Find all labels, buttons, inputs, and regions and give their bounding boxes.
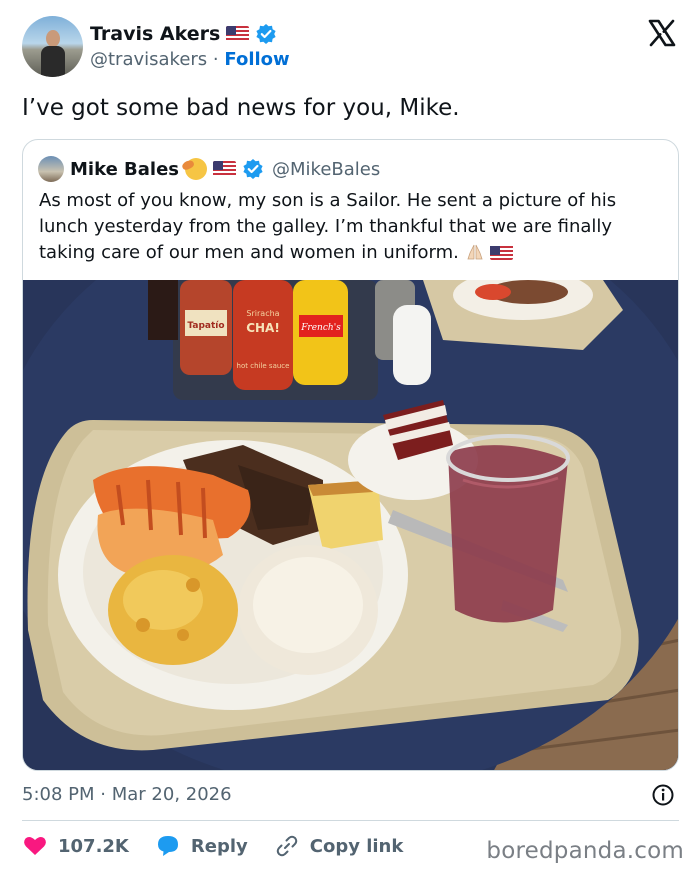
author-name-line: Travis Akers (90, 21, 277, 47)
link-icon (276, 835, 297, 857)
verified-badge-icon (242, 158, 264, 180)
heart-icon (24, 837, 46, 855)
us-flag-icon (213, 161, 237, 177)
action-bar: 107.2K Reply Copy link (22, 830, 429, 862)
praying-hands-emoji-icon (467, 244, 483, 260)
avatar-head (46, 30, 60, 47)
author-handle-line: @travisakers · Follow (90, 49, 290, 70)
tweet-date: Mar 20, 2026 (111, 784, 232, 805)
author-avatar[interactable] (22, 16, 83, 77)
avatar-body (41, 46, 65, 77)
author-handle[interactable]: @travisakers (90, 49, 207, 70)
footer-divider (22, 820, 679, 821)
like-button[interactable]: 107.2K (22, 833, 129, 859)
quoted-tweet-text: As most of you know, my son is a Sailor.… (39, 188, 664, 266)
reply-label: Reply (190, 835, 248, 857)
reply-bubble-icon (157, 836, 178, 856)
quoted-tweet-body: As most of you know, my son is a Sailor.… (39, 190, 617, 263)
tweet-header: Travis Akers @travisakers · Follow (22, 16, 682, 78)
follow-button[interactable]: Follow (224, 49, 289, 70)
watermark: boredpanda.com (486, 838, 684, 864)
us-flag-icon (490, 244, 514, 260)
info-icon[interactable] (651, 783, 675, 807)
tweet-timestamp[interactable]: 5:08 PM · Mar 20, 2026 (22, 784, 232, 805)
us-flag-icon (226, 26, 250, 42)
timestamp-separator: · (100, 784, 106, 805)
copy-link-label: Copy link (309, 835, 404, 857)
reply-button[interactable]: Reply (155, 833, 248, 859)
copy-link-button[interactable]: Copy link (274, 833, 404, 859)
quoted-author-avatar[interactable] (38, 156, 64, 182)
frenchs-label: French's (300, 323, 341, 333)
verified-badge-icon (255, 23, 277, 45)
meal-photo[interactable]: Tapatío Sriracha CHA! hot chile sauce Fr… (23, 280, 678, 770)
x-logo-icon[interactable] (647, 18, 677, 48)
handle-separator: · (212, 49, 219, 70)
saluting-face-emoji-icon (185, 158, 208, 180)
tweet-time: 5:08 PM (22, 784, 95, 805)
hot-chile-label: hot chile sauce (237, 362, 290, 370)
author-name[interactable]: Travis Akers (90, 23, 220, 45)
tapatio-label: Tapatío (187, 321, 224, 331)
quoted-author-handle[interactable]: @MikeBales (272, 159, 380, 180)
like-count: 107.2K (58, 835, 129, 857)
cha-label: CHA! (246, 321, 280, 335)
tweet-text: I’ve got some bad news for you, Mike. (22, 95, 460, 121)
sriracha-bottle (233, 280, 293, 390)
quoted-tweet-header: Mike Bales @MikeBales (38, 156, 380, 182)
quoted-tweet[interactable]: Mike Bales @MikeBales As most of you kno… (22, 139, 679, 771)
quoted-author-name[interactable]: Mike Bales (70, 159, 179, 180)
sriracha-label: Sriracha (246, 309, 279, 318)
